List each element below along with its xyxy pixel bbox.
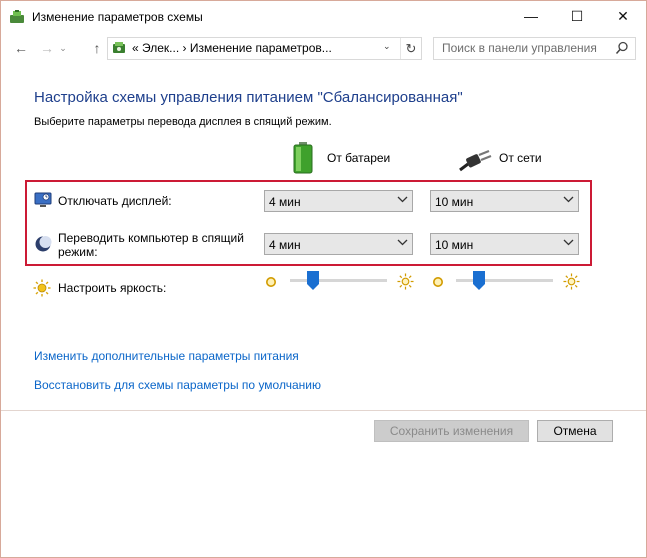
breadcrumb[interactable]: « Элек... › Изменение параметров... [132,41,332,55]
sleep-label: Переводить компьютер в спящий режим: [58,231,244,259]
display-off-battery-select[interactable]: 4 мин [264,190,413,212]
slider-thumb[interactable] [307,271,319,291]
chevron-down-icon [397,196,408,203]
display-off-icon [34,192,52,207]
brightness-low-icon [266,277,276,287]
minimize-button[interactable]: — [508,1,554,32]
search-box[interactable]: Поиск в панели управления [433,37,636,60]
page-title: Настройка схемы управления питанием "Сба… [34,89,463,106]
brightness-icon [33,279,51,297]
brightness-battery-slider[interactable] [290,271,387,291]
recent-locations-button[interactable]: ⌄ [57,38,69,58]
page-subtitle: Выберите параметры перевода дисплея в сп… [34,116,332,128]
battery-column-header: От батареи [327,151,391,165]
sleep-ac-value: 10 мин [435,238,474,252]
power-plug-icon [459,149,492,172]
battery-icon [293,142,313,174]
close-button[interactable]: ✕ [600,1,646,32]
display-off-ac-select[interactable]: 10 мин [430,190,579,212]
address-bar[interactable]: « Элек... › Изменение параметров... ⌄ ↻ [107,37,422,60]
save-changes-button[interactable]: Сохранить изменения [374,420,529,442]
window-title: Изменение параметров схемы [32,10,203,24]
display-off-label: Отключать дисплей: [58,194,172,208]
sleep-ac-select[interactable]: 10 мин [430,233,579,255]
brightness-ac-slider[interactable] [456,271,553,291]
sleep-moon-icon [35,236,52,252]
brightness-high-icon [563,273,580,290]
chevron-down-icon [563,196,574,203]
maximize-button[interactable]: ☐ [554,1,600,32]
refresh-button[interactable]: ↻ [400,38,421,59]
title-bar: Изменение параметров схемы — ☐ ✕ [1,1,646,32]
address-dropdown-icon[interactable]: ⌄ [383,41,391,52]
forward-button[interactable]: → [37,38,57,58]
search-input[interactable]: Поиск в панели управления [442,41,597,55]
display-off-ac-value: 10 мин [435,195,474,209]
up-button[interactable]: ↑ [87,38,107,58]
restore-defaults-link[interactable]: Восстановить для схемы параметры по умол… [34,378,321,392]
ac-column-header: От сети [499,151,542,165]
advanced-power-settings-link[interactable]: Изменить дополнительные параметры питани… [34,349,299,363]
slider-thumb[interactable] [473,271,485,291]
navigation-bar: ← → ⌄ ↑ « Элек... › Изменение параметров… [1,36,646,62]
slider-track [290,279,387,282]
chevron-down-icon [397,239,408,246]
brightness-high-icon [397,273,414,290]
sleep-battery-value: 4 мин [269,238,301,252]
back-button[interactable]: ← [11,38,31,58]
power-options-icon [10,10,24,23]
search-icon[interactable] [615,41,629,55]
cancel-button[interactable]: Отмена [537,420,613,442]
power-plan-window: Изменение параметров схемы — ☐ ✕ ← → ⌄ ↑… [0,0,647,558]
control-panel-icon [113,42,125,53]
brightness-low-icon [433,277,443,287]
sleep-battery-select[interactable]: 4 мин [264,233,413,255]
display-off-battery-value: 4 мин [269,195,301,209]
chevron-down-icon [563,239,574,246]
slider-track [456,279,553,282]
divider [1,410,646,411]
brightness-label: Настроить яркость: [58,281,167,295]
